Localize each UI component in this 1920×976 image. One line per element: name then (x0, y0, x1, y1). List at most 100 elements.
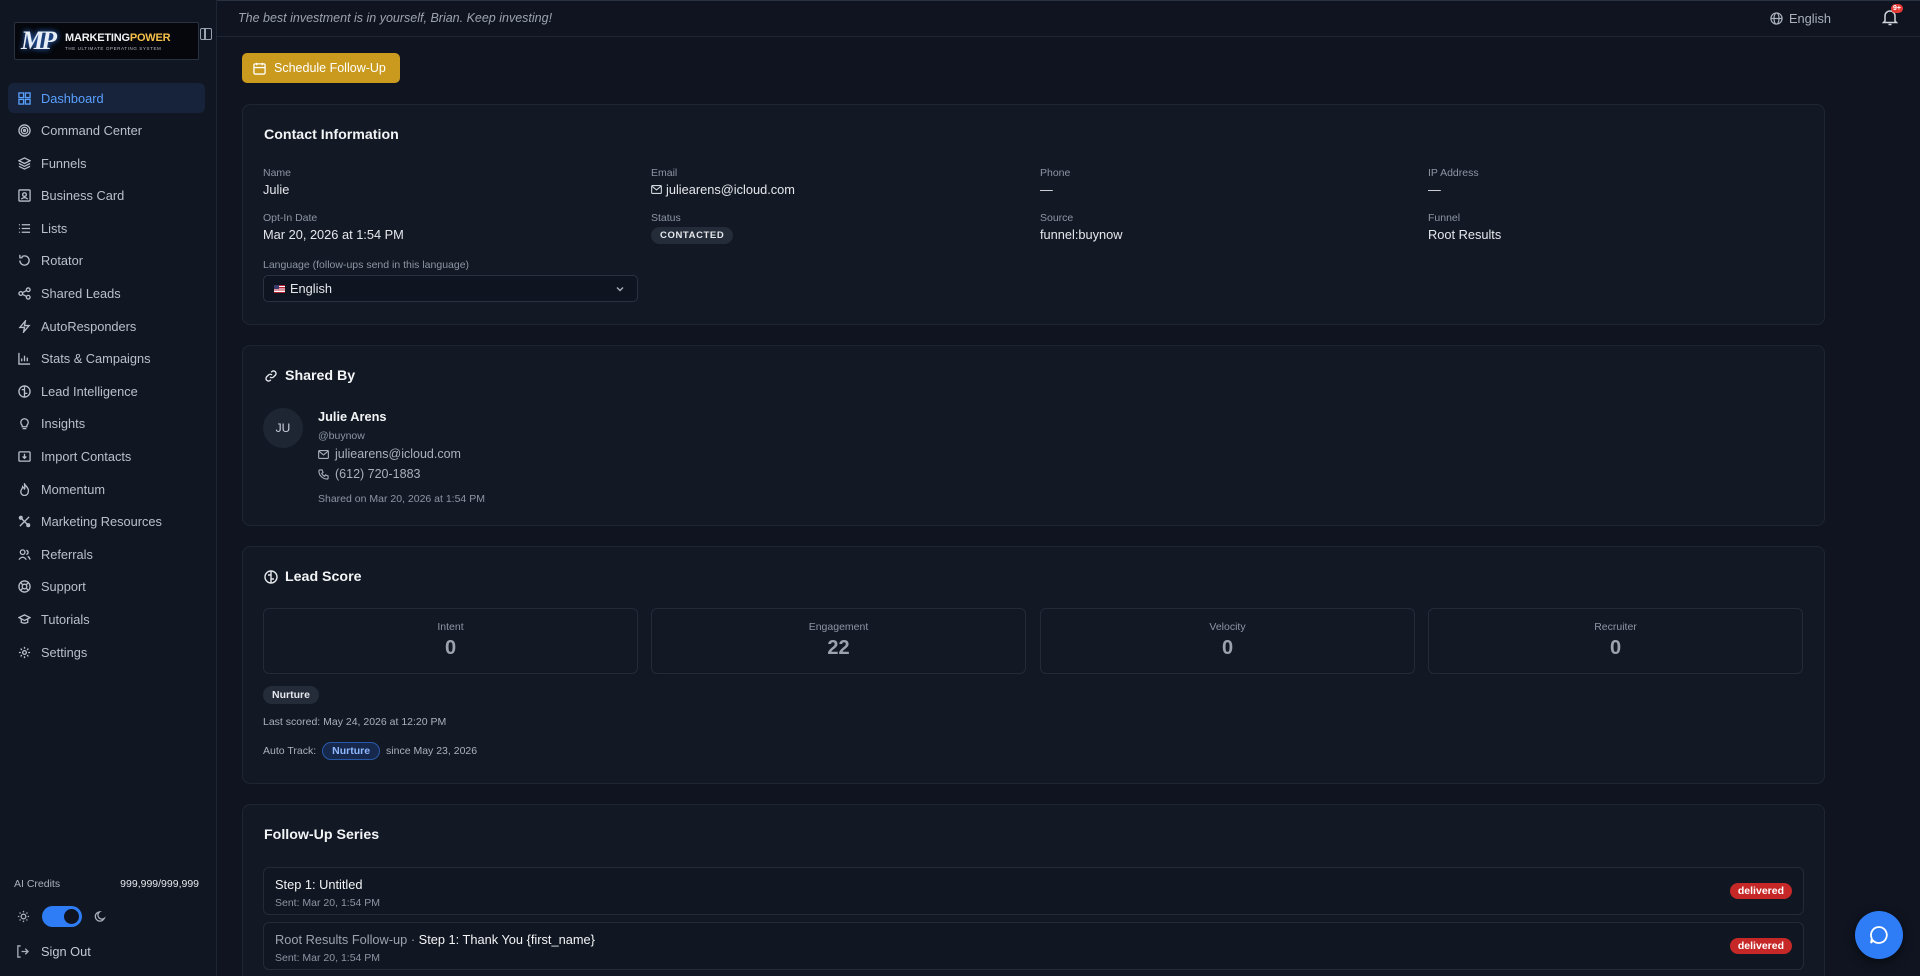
score-intent: Intent 0 (263, 608, 638, 674)
dashboard-icon (18, 91, 31, 105)
field-opt-in-date: Opt-In Date Mar 20, 2026 at 1:54 PM (263, 212, 404, 242)
lightbulb-icon (20, 418, 29, 430)
log-out-icon (17, 945, 29, 958)
bar-chart-icon (18, 353, 31, 365)
brain-icon (264, 570, 278, 584)
moon-icon (94, 911, 106, 922)
motivational-quote: The best investment is in yourself, Bria… (238, 11, 553, 25)
sidebar-item-funnels[interactable]: Funnels (8, 148, 205, 178)
sidebar-item-business-card[interactable]: Business Card (8, 181, 205, 211)
status-badge: CONTACTED (651, 227, 734, 244)
calendar-icon (253, 62, 266, 75)
import-icon (18, 451, 31, 462)
field-ip-address: IP Address — (1428, 167, 1479, 197)
id-card-icon (18, 189, 31, 203)
chevron-down-icon (616, 287, 624, 292)
sharer-phone: (612) 720-1883 (318, 467, 420, 481)
notifications-button[interactable]: 9+ (1882, 4, 1903, 26)
sidebar-item-tutorials[interactable]: Tutorials (8, 605, 205, 635)
notification-badge: 9+ (1891, 4, 1903, 13)
link-icon (265, 370, 277, 382)
field-language-label: Language (follow-ups send in this langua… (263, 259, 470, 271)
sidebar: MP MARKETINGPOWER THE ULTIMATE OPERATING… (0, 0, 217, 976)
follow-up-series-title: Follow-Up Series (264, 827, 380, 843)
brain-icon (18, 385, 31, 398)
language-select[interactable]: English (263, 275, 638, 302)
list-item[interactable]: Step 1: Untitled Sent: Mar 20, 1:54 PM d… (263, 867, 1804, 915)
sidebar-item-lead-intelligence[interactable]: Lead Intelligence (8, 376, 205, 406)
sharer-name: Julie Arens (318, 409, 387, 424)
follow-up-series-card: Follow-Up Series Step 1: Untitled Sent: … (242, 804, 1825, 976)
sidebar-item-import-contacts[interactable]: Import Contacts (8, 442, 205, 472)
mail-icon (651, 185, 662, 194)
shared-date: Shared on Mar 20, 2026 at 1:54 PM (318, 493, 485, 505)
layers-icon (18, 156, 31, 170)
ai-credits: AI Credits 999,999/999,999 (14, 878, 199, 890)
sidebar-item-referrals[interactable]: Referrals (8, 539, 205, 569)
sidebar-item-insights[interactable]: Insights (8, 409, 205, 439)
tools-icon (18, 515, 31, 528)
chat-button[interactable] (1855, 911, 1903, 959)
lifebuoy-icon (18, 580, 31, 594)
email-link[interactable]: juliearens@icloud.com (666, 182, 795, 197)
lead-score-card: Lead Score Intent 0 Engagement 22 Veloci… (242, 546, 1825, 784)
sidebar-item-settings[interactable]: Settings (8, 637, 205, 667)
sidebar-item-command-center[interactable]: Command Center (8, 116, 205, 146)
score-engagement: Engagement 22 (651, 608, 1026, 674)
shared-by-title: Shared By (285, 368, 356, 384)
brand-logo[interactable]: MP MARKETINGPOWER THE ULTIMATE OPERATING… (14, 22, 199, 60)
sidebar-item-lists[interactable]: Lists (8, 213, 205, 243)
auto-track: Auto Track: Nurture since May 23, 2026 (263, 742, 477, 760)
dark-mode-toggle[interactable] (42, 906, 82, 927)
gear-icon (18, 646, 31, 658)
sidebar-collapse-icon[interactable] (200, 28, 212, 40)
phone-icon (318, 468, 329, 480)
sharer-email: juliearens@icloud.com (318, 447, 461, 461)
contact-information-title: Contact Information (264, 127, 399, 143)
theme-switcher (17, 906, 107, 927)
contact-information-card: Contact Information Name Julie Email jul… (242, 104, 1825, 325)
sidebar-item-rotator[interactable]: Rotator (8, 246, 205, 276)
share-icon (18, 287, 31, 300)
field-email: Email juliearens@icloud.com (651, 167, 795, 197)
us-flag-icon (274, 284, 285, 293)
sidebar-item-momentum[interactable]: Momentum (8, 474, 205, 504)
field-status: Status CONTACTED (651, 212, 734, 244)
status-badge: delivered (1729, 883, 1792, 899)
field-source: Source funnel:buynow (1040, 212, 1123, 242)
status-badge: delivered (1729, 938, 1792, 954)
logo-mark: MP (21, 26, 57, 55)
sidebar-item-shared-leads[interactable]: Shared Leads (8, 279, 205, 309)
users-icon (18, 549, 31, 560)
field-phone: Phone — (1040, 167, 1071, 197)
sign-out-button[interactable]: Sign Out (16, 944, 91, 959)
sharer-handle: @buynow (318, 430, 365, 442)
avatar: JU (263, 408, 303, 448)
field-name: Name Julie (263, 167, 292, 197)
globe-icon (1770, 12, 1783, 25)
last-scored: Last scored: May 24, 2026 at 12:20 PM (263, 716, 447, 728)
sidebar-item-support[interactable]: Support (8, 572, 205, 602)
shared-by-card: Shared By JU Julie Arens @buynow juliear… (242, 345, 1825, 526)
list-item[interactable]: Root Results Follow-up · Step 1: Thank Y… (263, 922, 1804, 970)
auto-track-badge: Nurture (322, 742, 381, 760)
chat-icon (1870, 926, 1888, 944)
score-recruiter: Recruiter 0 (1428, 608, 1803, 674)
sidebar-item-stats-campaigns[interactable]: Stats & Campaigns (8, 344, 205, 374)
flame-icon (20, 482, 30, 496)
field-funnel: Funnel Root Results (1428, 212, 1502, 242)
sun-icon (17, 910, 30, 923)
target-icon (18, 124, 31, 137)
schedule-follow-up-button[interactable]: Schedule Follow-Up (242, 53, 400, 83)
score-velocity: Velocity 0 (1040, 608, 1415, 674)
zap-icon (18, 319, 31, 333)
top-bar: The best investment is in yourself, Bria… (217, 0, 1920, 37)
list-icon (18, 224, 31, 233)
score-tag: Nurture (263, 686, 319, 704)
sidebar-item-autoresponders[interactable]: AutoResponders (8, 311, 205, 341)
language-selector[interactable]: English (1770, 11, 1831, 26)
sidebar-item-marketing-resources[interactable]: Marketing Resources (8, 507, 205, 537)
graduation-cap-icon (18, 614, 31, 624)
sidebar-item-dashboard[interactable]: Dashboard (8, 83, 205, 113)
rotate-icon (19, 255, 30, 267)
